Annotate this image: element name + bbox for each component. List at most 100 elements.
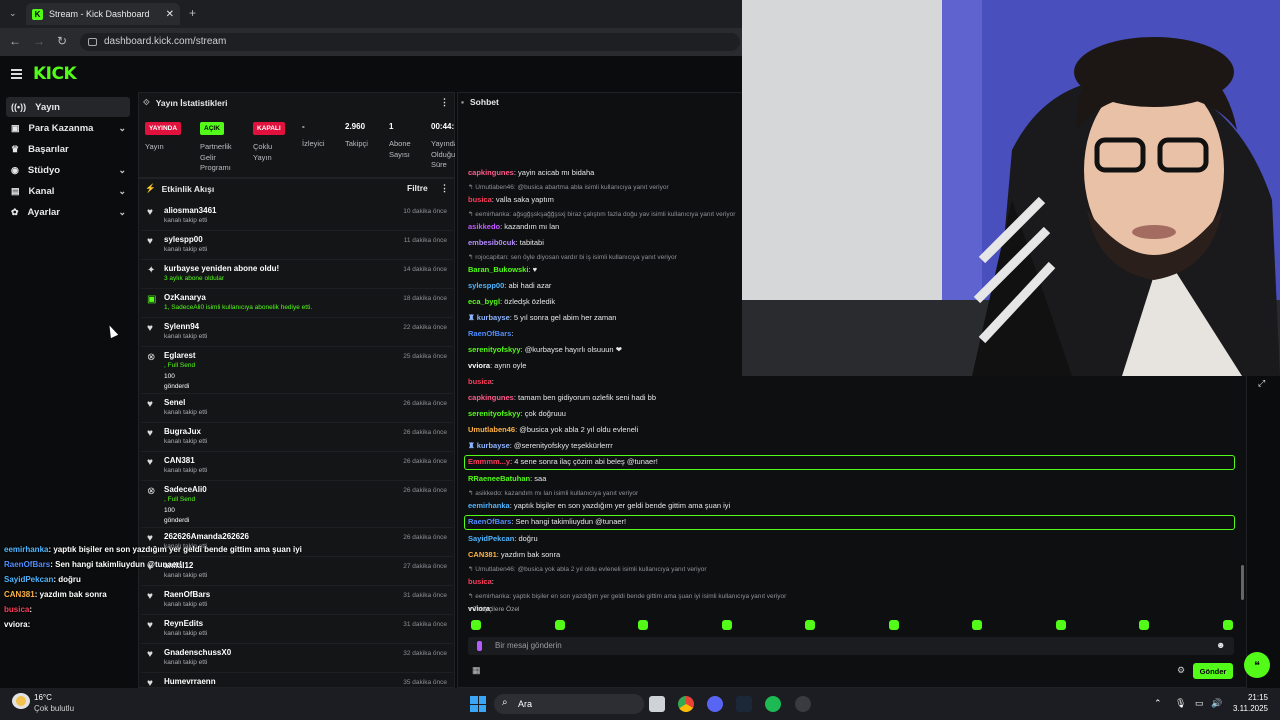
emoji-picker-icon[interactable]: ☻ [1216, 640, 1225, 650]
emote-icon[interactable] [554, 620, 565, 630]
chat-settings-icon[interactable]: ⚙ [1177, 665, 1185, 676]
chat-username[interactable]: busica [468, 195, 492, 204]
chat-message[interactable]: RRaeneeBatuhan: saa [468, 474, 546, 483]
chat-username[interactable]: serenityofskyy [468, 409, 521, 418]
task-view-icon[interactable] [649, 696, 665, 712]
chat-message[interactable]: embesib0cuk: tabitabi [468, 238, 544, 247]
chat-username[interactable]: sylespp00 [468, 281, 504, 290]
chat-message[interactable]: eca_bygl: özledşk özledik [468, 297, 555, 306]
chat-message[interactable]: busica: [468, 577, 494, 586]
chat-message[interactable]: busica: [468, 377, 494, 386]
sidebar-item-kanal[interactable]: ▤ Kanal ⌄ [6, 181, 130, 201]
gift-box-icon[interactable]: ▦ [472, 665, 481, 676]
network-icon[interactable]: ▭ [1195, 698, 1204, 709]
chat-message[interactable]: serenityofskyy: çok doğruuu [468, 409, 566, 418]
forward-icon[interactable]: → [33, 34, 45, 48]
activity-item[interactable]: ✦ kurbayse yeniden abone oldu! 3 aylık abo… [141, 260, 453, 289]
activity-item[interactable]: ♥ RaenOfBars kanalı takip etti 31 dakika ön… [141, 586, 453, 615]
weather-icon[interactable] [12, 693, 30, 709]
close-tab-icon[interactable]: ✕ [166, 9, 174, 20]
emote-icon[interactable] [1055, 620, 1066, 630]
chat-input-box[interactable] [468, 637, 1234, 655]
menu-icon[interactable] [11, 69, 22, 79]
activity-item[interactable]: ⊗ Eglarest , Full Send 100 gönderdi 25 dakika… [141, 347, 453, 394]
taskbar-search-box[interactable] [494, 694, 644, 714]
chat-message[interactable]: serenityofskyy: @kurbayse hayırlı olsuuu… [468, 345, 622, 354]
stats-more-icon[interactable]: ⋮ [440, 97, 449, 108]
discord-icon[interactable] [707, 696, 723, 712]
chat-message[interactable]: RaenOfBars: [468, 329, 513, 338]
clock-date[interactable]: 3.11.2025 [1228, 704, 1268, 713]
activity-item[interactable]: ♥ BugraJux kanalı takip etti 26 dakika önce [141, 423, 453, 452]
chat-username[interactable]: capkingunes [468, 393, 514, 402]
chat-username[interactable]: eemirhanka [468, 501, 510, 510]
weather-desc[interactable]: Çok bulutlu [34, 704, 74, 713]
emote-icon[interactable] [888, 620, 899, 630]
activity-item[interactable]: ♥ Senel kanalı takip etti 26 dakika önce [141, 394, 453, 423]
chat-username[interactable]: ♜ kurbayse [468, 441, 510, 450]
sidebar-item-para-kazanma[interactable]: ▣ Para Kazanma ⌄ [6, 118, 130, 138]
chat-message[interactable]: capkingunes: yayin acicab mı bidaha [468, 168, 594, 177]
activity-item[interactable]: ♥ anilal12 kanalı takip etti 27 dakika önce [141, 557, 453, 586]
back-icon[interactable]: ← [9, 34, 21, 48]
activity-item[interactable]: ♥ GnadenschussX0 kanalı takip etti 32 dakik… [141, 644, 453, 673]
chat-scrollbar[interactable] [1241, 565, 1244, 600]
chat-message[interactable]: Umutlaben46: @busica yok abla 2 yıl oldu… [468, 425, 638, 434]
tab-list-icon[interactable]: ⌄ [9, 8, 17, 19]
chat-username[interactable]: RaenOfBars [468, 329, 511, 338]
chat-username[interactable]: Emmmm...y [468, 457, 510, 466]
activity-item[interactable]: ♥ ReynEdits kanalı takip etti 31 dakika önc… [141, 615, 453, 644]
emote-icon[interactable] [721, 620, 732, 630]
chat-message[interactable]: Emmmm...y: 4 sene sonra ilaç çözim abi b… [468, 457, 658, 466]
emote-icon[interactable] [1222, 620, 1233, 630]
chat-username[interactable]: eca_bygl [468, 297, 500, 306]
emote-icon[interactable] [638, 620, 648, 630]
emote-icon[interactable] [1139, 620, 1149, 630]
activity-item[interactable]: ♥ aliosman3461 kanalı takip etti 10 dakika … [141, 202, 453, 231]
chat-message[interactable]: Baran_Bukowski: ♥ [468, 265, 537, 274]
clock-time[interactable]: 21:15 [1242, 693, 1268, 702]
site-info-icon[interactable] [88, 38, 97, 46]
chrome-icon[interactable] [678, 696, 694, 712]
chat-input-placeholder[interactable]: Bir mesaj gönderin [495, 641, 562, 650]
chat-message[interactable]: ♜ kurbayse: @serenityofskyy teşekkürlerr… [468, 441, 613, 450]
mic-icon[interactable] [477, 641, 482, 651]
emote-icon[interactable] [972, 620, 982, 630]
chat-message[interactable]: ♜ kurbayse: 5 yıl sonra gel abim her zam… [468, 313, 616, 322]
spotify-icon[interactable] [765, 696, 781, 712]
activity-item[interactable]: ♥ sylespp00 kanalı takip etti 11 dakika önc… [141, 231, 453, 260]
chat-message[interactable]: CAN381: yazdım bak sonra [468, 550, 560, 559]
volume-icon[interactable]: 🔊 [1211, 698, 1222, 709]
windows-start-icon[interactable] [470, 696, 486, 712]
chat-message[interactable]: busica: valla saka yaptım [468, 195, 554, 204]
expand-icon[interactable]: ⤢ [1258, 378, 1265, 389]
steam-icon[interactable] [736, 696, 752, 712]
browser-tab[interactable]: K Stream - Kick Dashboard ✕ [26, 3, 180, 25]
new-tab-icon[interactable]: + [189, 6, 196, 20]
obs-icon[interactable] [795, 696, 811, 712]
chat-bubble-icon[interactable]: ❝ [1244, 652, 1270, 678]
tray-chevron-icon[interactable]: ⌃ [1154, 698, 1162, 709]
chat-username[interactable]: Baran_Bukowski [468, 265, 528, 274]
activity-item[interactable]: ♥ CAN381 kanalı takip etti 26 dakika önce [141, 452, 453, 481]
sidebar-item-studyo[interactable]: ◉ Stüdyo ⌄ [6, 160, 130, 180]
chat-username[interactable]: busica [468, 577, 492, 586]
emote-icon[interactable] [471, 620, 481, 630]
sidebar-item-basarilar[interactable]: ♛ Başarılar [6, 139, 130, 159]
activity-item[interactable]: ▣ OzKanarya 1, SadeceAli0 isimli kullanıcı… [141, 289, 453, 318]
chat-message[interactable]: SayidPekcan: doğru [468, 534, 538, 543]
chat-username[interactable]: capkingunes [468, 168, 514, 177]
chat-username[interactable]: busica [468, 377, 492, 386]
chat-username[interactable]: CAN381 [468, 550, 497, 559]
microphone-icon[interactable]: 🎙 [1175, 698, 1186, 709]
activity-item[interactable]: ⊗ SadeceAli0 , Full Send 100 gönderdi 26 daki… [141, 481, 453, 528]
sidebar-item-ayarlar[interactable]: ✿ Ayarlar ⌄ [6, 202, 130, 222]
chat-username[interactable]: embesib0cuk [468, 238, 516, 247]
send-button[interactable]: Gönder [1193, 663, 1233, 679]
activity-more-icon[interactable]: ⋮ [440, 183, 449, 194]
activity-item[interactable]: ♥ Sylenn94 kanalı takip etti 22 dakika önce [141, 318, 453, 347]
chat-message[interactable]: sylespp00: abi hadi azar [468, 281, 551, 290]
chat-message[interactable]: RaenOfBars: Sen hangi takimliuydun @tuna… [468, 517, 626, 526]
sidebar-item-yayin[interactable]: ((•)) Yayın [6, 97, 130, 117]
url-input[interactable]: dashboard.kick.com/stream [80, 33, 740, 51]
